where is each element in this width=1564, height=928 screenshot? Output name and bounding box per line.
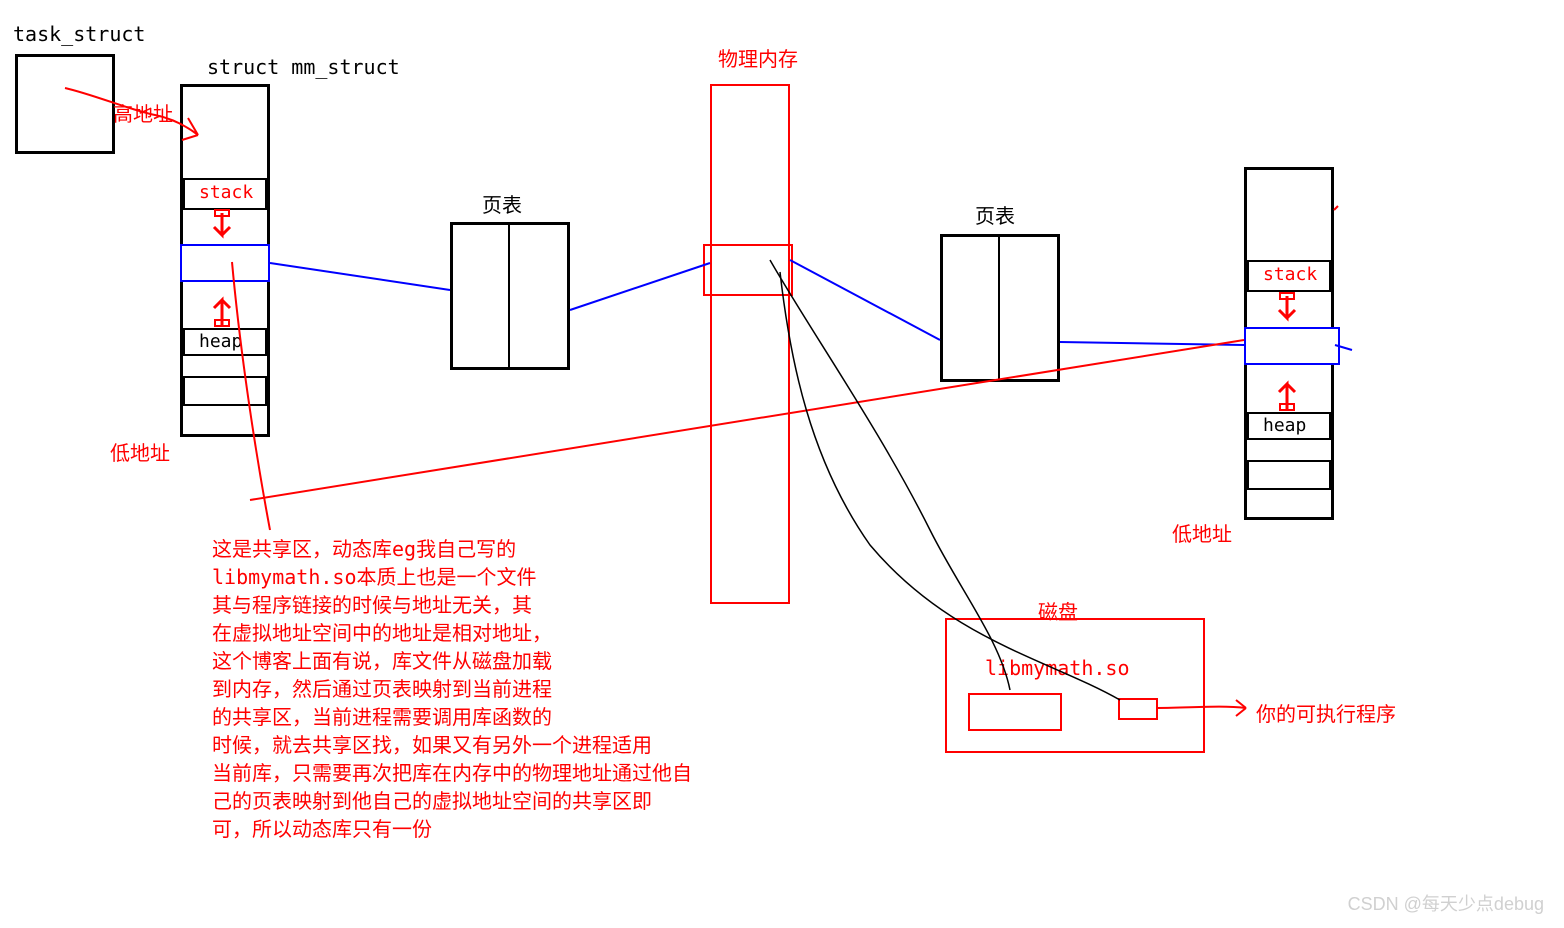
low-addr-label-right: 低地址 bbox=[1172, 518, 1232, 547]
mm-cell-top-right: stack bbox=[1247, 260, 1331, 292]
mm-cell-top: stack bbox=[183, 178, 267, 210]
phys-mem-lib-region bbox=[703, 244, 793, 296]
shared-region-left bbox=[180, 244, 270, 282]
heap-label-right: heap bbox=[1263, 415, 1306, 436]
page-table-divider-left bbox=[508, 224, 510, 368]
low-addr-label-left: 低地址 bbox=[110, 437, 170, 466]
mm-cell-bottom-right bbox=[1247, 460, 1331, 490]
phys-mem-box bbox=[710, 84, 790, 604]
page-table-box-right bbox=[940, 234, 1060, 382]
page-table-label-right: 页表 bbox=[975, 200, 1015, 229]
task-struct-label: task_struct bbox=[13, 22, 145, 46]
shared-region-right bbox=[1244, 327, 1340, 365]
mm-cell-bottom bbox=[183, 376, 267, 406]
page-table-label-left: 页表 bbox=[482, 189, 522, 218]
task-struct-box bbox=[15, 54, 115, 154]
mm-struct-label: struct mm_struct bbox=[207, 55, 400, 79]
mm-cell-heap-right: heap bbox=[1247, 412, 1331, 440]
page-table-divider-right bbox=[998, 236, 1000, 380]
heap-label-left: heap bbox=[199, 331, 242, 352]
disk-lib-file bbox=[968, 693, 1062, 731]
phys-mem-label: 物理内存 bbox=[718, 43, 798, 72]
watermark: CSDN @每天少点debug bbox=[1348, 890, 1544, 916]
page-table-box-left bbox=[450, 222, 570, 370]
disk-box bbox=[945, 618, 1205, 753]
explanation-paragraph: 这是共享区，动态库eg我自己写的 libmymath.so本质上也是一个文件 其… bbox=[212, 535, 692, 843]
disk-exe-file bbox=[1118, 698, 1158, 720]
mm-cell-heap: heap bbox=[183, 328, 267, 356]
high-addr-label: 高地址 bbox=[113, 98, 173, 127]
stack-label-right: stack bbox=[1263, 264, 1317, 285]
disk-lib-name: libmymath.so bbox=[985, 656, 1130, 680]
stack-label-left: stack bbox=[199, 182, 253, 203]
exe-note-label: 你的可执行程序 bbox=[1256, 698, 1396, 727]
